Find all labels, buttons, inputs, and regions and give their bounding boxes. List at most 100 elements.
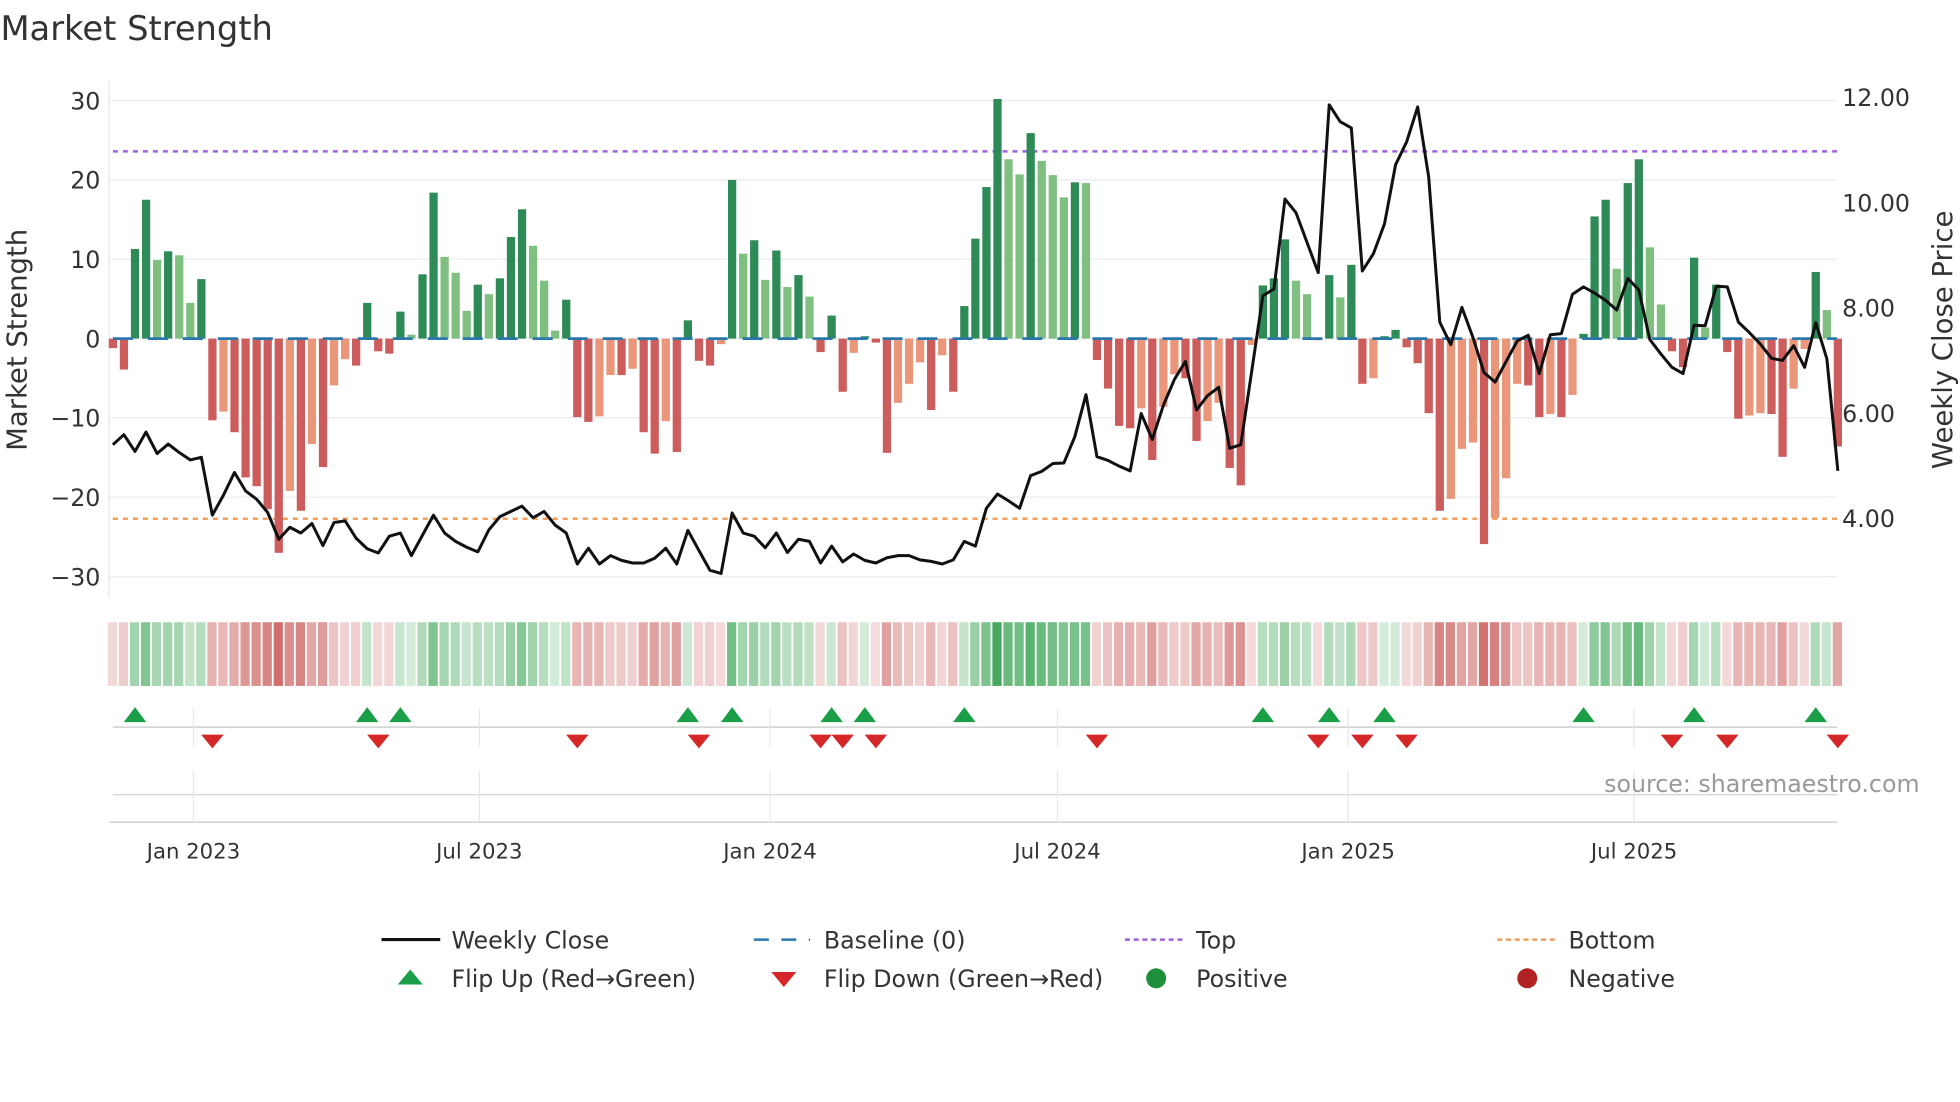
- strip-cell: [539, 622, 549, 686]
- strength-heat-strip: [107, 622, 1842, 686]
- strip-cell: [1688, 622, 1699, 686]
- strength-bar: [694, 338, 704, 361]
- flip-down-marker: [809, 734, 832, 749]
- strip-cell: [1158, 622, 1168, 686]
- strip-cell: [1047, 622, 1057, 686]
- strip-cell: [970, 622, 980, 686]
- flip-down-marker: [1351, 734, 1374, 749]
- flip-up-marker: [953, 707, 976, 723]
- strength-bar: [683, 320, 693, 339]
- strip-cell: [384, 622, 394, 686]
- triangle-down-icon: [771, 972, 797, 988]
- strength-bar: [1490, 338, 1500, 518]
- strip-cell: [1014, 622, 1024, 686]
- y-tick-label: 10: [70, 246, 100, 274]
- legend-label: Bottom: [1568, 926, 1655, 954]
- strip-cell: [284, 622, 294, 686]
- strength-bar: [1081, 183, 1091, 339]
- y-tick-label-right: 10.00: [1842, 189, 1910, 217]
- strip-cell: [1711, 622, 1721, 686]
- strength-bar: [993, 98, 1002, 339]
- legend-item-negative: Negative: [1517, 965, 1675, 993]
- strip-cell: [339, 622, 350, 686]
- strength-bar: [153, 260, 162, 339]
- legend: Weekly Close Baseline (0) Top Bottom Fli…: [381, 926, 1675, 993]
- strength-bar: [517, 209, 527, 339]
- x-tick-label: Jul 2023: [434, 839, 522, 864]
- legend-label: Top: [1195, 926, 1236, 954]
- strip-cell: [926, 622, 936, 686]
- strength-bar: [1701, 327, 1710, 339]
- strength-bar: [1358, 338, 1367, 384]
- strength-bar: [175, 255, 184, 339]
- strip-cell: [262, 622, 272, 686]
- legend-label: Weekly Close: [451, 926, 609, 954]
- strip-cell: [782, 622, 792, 686]
- strip-cell: [1213, 622, 1223, 686]
- strength-bar: [1336, 297, 1345, 339]
- strip-cell: [1125, 622, 1135, 686]
- strength-bar: [1800, 338, 1809, 349]
- strength-bar: [352, 338, 361, 366]
- legend-label: Baseline (0): [824, 926, 966, 954]
- strength-bar: [1656, 304, 1666, 339]
- strip-cell: [1755, 622, 1765, 686]
- legend-item-baseline: Baseline (0): [753, 926, 966, 954]
- strip-cell: [1102, 622, 1113, 686]
- flip-down-marker: [1085, 734, 1109, 749]
- strength-bar: [1325, 275, 1334, 339]
- strength-bar: [484, 294, 493, 339]
- flip-down-marker: [864, 734, 888, 749]
- strip-cell: [1224, 622, 1234, 686]
- strip-cell: [118, 622, 129, 686]
- strip-cell: [771, 622, 781, 686]
- strip-cell: [649, 622, 659, 686]
- strength-bar: [396, 311, 405, 339]
- strip-cell: [903, 622, 914, 686]
- strength-bar: [1203, 338, 1212, 422]
- strip-cell: [1080, 622, 1091, 686]
- strength-bar: [495, 278, 505, 339]
- strip-cell: [163, 622, 173, 686]
- strip-cell: [914, 622, 925, 686]
- flip-down-marker: [1716, 734, 1739, 749]
- strip-cell: [317, 622, 328, 686]
- strip-cell: [881, 622, 892, 686]
- strip-cell: [1091, 622, 1102, 686]
- strip-cell: [140, 622, 151, 686]
- strip-cell: [594, 622, 604, 686]
- strip-cell: [1423, 622, 1433, 686]
- strip-cell: [461, 622, 471, 686]
- strip-cell: [450, 622, 460, 686]
- flip-markers: [109, 707, 1850, 823]
- strength-bar: [230, 338, 239, 433]
- strip-cell: [848, 622, 858, 686]
- strip-cell: [660, 622, 670, 686]
- strength-bar: [727, 179, 737, 339]
- strength-bar: [816, 338, 825, 353]
- strip-cell: [715, 622, 726, 686]
- strength-bar: [1126, 338, 1135, 429]
- strip-cell: [804, 622, 814, 686]
- strength-bar: [1026, 133, 1035, 339]
- strength-bar: [1103, 338, 1113, 389]
- strip-cell: [1766, 622, 1776, 686]
- legend-label: Positive: [1196, 965, 1287, 993]
- strip-cell: [760, 622, 770, 686]
- strip-cell: [693, 622, 704, 686]
- strip-cell: [1169, 622, 1179, 686]
- strip-cell: [1434, 622, 1444, 686]
- strength-bar: [1192, 338, 1201, 441]
- strength-bar: [672, 338, 681, 453]
- strength-bar: [705, 338, 715, 366]
- strip-cell: [1390, 622, 1400, 686]
- strength-bar: [186, 302, 195, 339]
- strength-bar: [340, 338, 350, 360]
- strength-bar: [274, 338, 283, 553]
- x-tick-label: Jan 2025: [1299, 839, 1395, 864]
- strip-cell: [550, 622, 560, 686]
- strip-cell: [1147, 622, 1157, 686]
- strength-bar: [1667, 338, 1677, 352]
- strip-cell: [859, 622, 869, 686]
- strength-bar: [528, 245, 538, 339]
